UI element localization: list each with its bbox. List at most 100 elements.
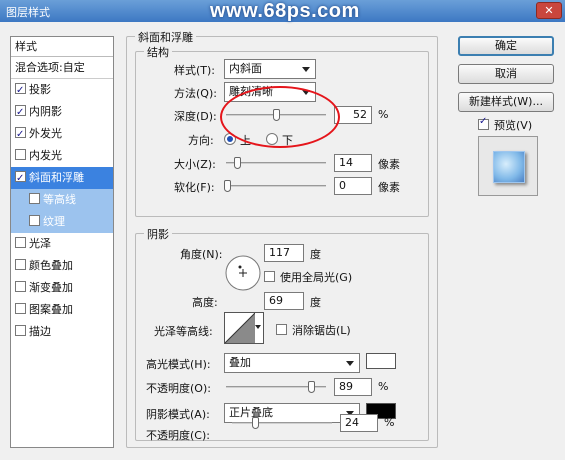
global-light-label: 使用全局光(G) [280, 271, 353, 284]
style-item-checkbox[interactable] [15, 80, 26, 102]
style-item[interactable]: 描边 [11, 321, 113, 343]
altitude-input[interactable]: 69 [264, 292, 304, 310]
antialias-checkbox[interactable] [276, 324, 287, 335]
direction-label: 方向: [188, 134, 214, 147]
highlight-opacity-slider[interactable] [226, 381, 326, 393]
shadow-opacity-slider[interactable] [232, 417, 332, 429]
style-list-header[interactable]: 样式 [11, 37, 113, 57]
soften-unit: 像素 [378, 181, 400, 194]
altitude-unit: 度 [310, 296, 321, 309]
style-item-label: 图案叠加 [29, 303, 73, 316]
watermark: www.68ps.com [210, 0, 360, 22]
chevron-down-icon [346, 361, 354, 366]
angle-unit: 度 [310, 248, 321, 261]
preview-label: 预览(V) [494, 119, 533, 132]
style-item[interactable]: 投影 [11, 79, 113, 102]
depth-unit: % [378, 108, 389, 121]
shadow-mode-label: 阴影模式(A): [146, 408, 210, 421]
size-unit: 像素 [378, 158, 400, 171]
bevel-style-select[interactable]: 内斜面 [224, 59, 316, 79]
bevel-emboss-title: 斜面和浮雕 [135, 29, 196, 45]
style-item[interactable]: 内发光 [11, 145, 113, 167]
shadow-opacity-input[interactable]: 24 [340, 414, 378, 432]
highlight-mode-select[interactable]: 叠加 [224, 353, 360, 373]
technique-label: 方法(Q): [174, 87, 217, 100]
shadow-opacity-label: 不透明度(C): [146, 429, 210, 442]
style-item[interactable]: 斜面和浮雕 [11, 167, 113, 190]
style-item-label: 外发光 [29, 127, 62, 140]
style-item-checkbox[interactable] [15, 102, 26, 124]
style-item[interactable]: 颜色叠加 [11, 255, 113, 277]
global-light-checkbox[interactable] [264, 271, 275, 282]
style-item[interactable]: 光泽 [11, 233, 113, 255]
style-item-label: 描边 [29, 325, 51, 338]
annotation-ellipse [220, 86, 340, 148]
style-item-label: 斜面和浮雕 [29, 171, 84, 184]
style-item-label: 渐变叠加 [29, 281, 73, 294]
shadow-opacity-thumb[interactable] [252, 417, 260, 429]
size-label: 大小(Z): [174, 158, 216, 171]
style-item-label: 纹理 [43, 215, 65, 228]
dialog-body: 样式 混合选项:自定 投影内阴影外发光内发光斜面和浮雕等高线纹理光泽颜色叠加渐变… [4, 24, 561, 456]
shading-group: 阴影 角度(N): 117 度 使用全局光(G) 高度: 69 度 光泽等高线: [135, 226, 429, 442]
contour-preview-icon [225, 313, 255, 343]
style-list: 样式 混合选项:自定 投影内阴影外发光内发光斜面和浮雕等高线纹理光泽颜色叠加渐变… [10, 36, 114, 448]
highlight-opacity-input[interactable]: 89 [334, 378, 372, 396]
highlight-opacity-thumb[interactable] [308, 381, 316, 393]
soften-slider-thumb[interactable] [224, 180, 231, 192]
style-item[interactable]: 纹理 [11, 211, 113, 233]
soften-label: 软化(F): [174, 181, 215, 194]
gloss-contour-picker[interactable] [224, 312, 264, 344]
style-item-label: 等高线 [43, 193, 76, 206]
style-item-checkbox[interactable] [15, 149, 26, 160]
style-item[interactable]: 渐变叠加 [11, 277, 113, 299]
close-icon[interactable]: ✕ [536, 2, 562, 19]
cancel-button[interactable]: 取消 [458, 64, 554, 84]
antialias-label: 消除锯齿(L) [292, 324, 351, 337]
soften-input[interactable]: 0 [334, 177, 372, 195]
style-items: 投影内阴影外发光内发光斜面和浮雕等高线纹理光泽颜色叠加渐变叠加图案叠加描边 [11, 79, 113, 343]
style-item[interactable]: 外发光 [11, 123, 113, 146]
style-item-checkbox[interactable] [15, 281, 26, 292]
highlight-mode-label: 高光模式(H): [146, 358, 211, 371]
angle-dial[interactable] [224, 254, 262, 292]
size-slider-thumb[interactable] [234, 157, 241, 169]
size-input[interactable]: 14 [334, 154, 372, 172]
style-label: 样式(T): [174, 64, 216, 77]
bevel-style-value: 内斜面 [229, 62, 262, 75]
preview-swatch [493, 151, 525, 183]
style-item-label: 内阴影 [29, 105, 62, 118]
ok-button[interactable]: 确定 [458, 36, 554, 56]
style-item-checkbox[interactable] [15, 124, 26, 146]
style-item[interactable]: 内阴影 [11, 101, 113, 124]
shading-title: 阴影 [144, 226, 172, 242]
style-item[interactable]: 等高线 [11, 189, 113, 211]
style-item[interactable]: 图案叠加 [11, 299, 113, 321]
style-item-checkbox[interactable] [15, 168, 26, 190]
style-item-label: 投影 [29, 83, 51, 96]
highlight-opacity-label: 不透明度(O): [146, 382, 211, 395]
shadow-opacity-unit: % [384, 416, 395, 429]
highlight-opacity-unit: % [378, 380, 389, 393]
style-item-checkbox[interactable] [15, 303, 26, 314]
new-style-button[interactable]: 新建样式(W)... [458, 92, 554, 112]
highlight-mode-value: 叠加 [229, 356, 251, 369]
structure-title: 结构 [144, 44, 172, 60]
style-item-checkbox[interactable] [29, 193, 40, 204]
title-bar: 图层样式 www.68ps.com ✕ [0, 0, 565, 22]
soften-slider[interactable] [224, 180, 326, 192]
size-slider[interactable] [226, 157, 326, 169]
shadow-mode-value: 正片叠底 [229, 406, 273, 419]
angle-label: 角度(N): [180, 248, 223, 261]
preview-checkbox[interactable] [478, 116, 489, 130]
chevron-down-icon [255, 325, 261, 329]
highlight-color-swatch[interactable] [366, 353, 396, 369]
style-item-checkbox[interactable] [15, 259, 26, 270]
style-item-label: 内发光 [29, 149, 62, 162]
style-item-checkbox[interactable] [15, 325, 26, 336]
style-item-checkbox[interactable] [29, 215, 40, 226]
blend-options-item[interactable]: 混合选项:自定 [11, 57, 113, 79]
style-item-checkbox[interactable] [15, 237, 26, 248]
window-title: 图层样式 [6, 6, 50, 19]
angle-input[interactable]: 117 [264, 244, 304, 262]
